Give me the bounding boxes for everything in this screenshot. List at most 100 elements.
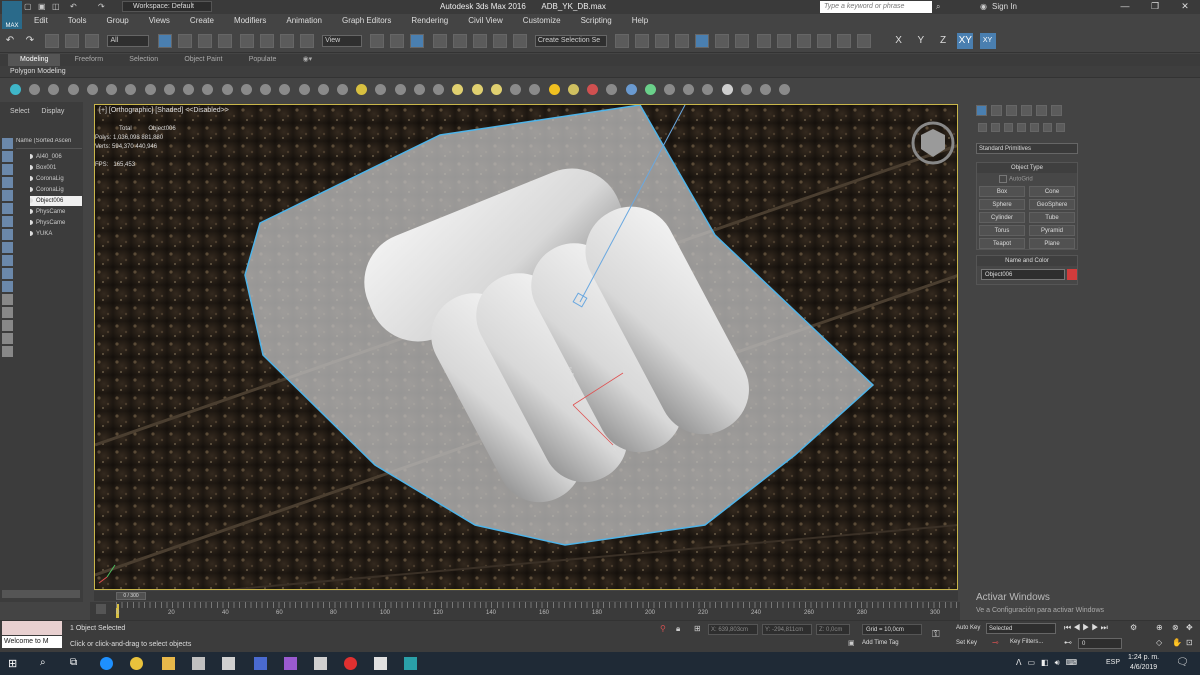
- walkthrough-icon[interactable]: ✋: [1172, 638, 1182, 647]
- filter-frozen-icon[interactable]: [2, 268, 13, 279]
- display-floater-icon[interactable]: [433, 84, 445, 95]
- cameras-icon[interactable]: [1017, 123, 1026, 132]
- sound-icon[interactable]: [394, 84, 406, 95]
- viewport-label[interactable]: [+] [Orthographic] [Shaded] <<Disabled>>: [99, 107, 229, 114]
- close-button[interactable]: ✕: [1170, 1, 1200, 12]
- search-icon[interactable]: ⌕: [936, 2, 940, 12]
- zoom-extents-icon[interactable]: ⊕: [1156, 623, 1163, 632]
- free-light-icon[interactable]: [606, 84, 618, 95]
- axis-x-button[interactable]: X: [891, 33, 907, 49]
- particle-icon[interactable]: [625, 84, 637, 95]
- explorer-item[interactable]: CoronaLig: [30, 185, 82, 195]
- set-keys-icon[interactable]: ⊸: [992, 638, 999, 647]
- menu-edit[interactable]: Edit: [34, 14, 48, 28]
- axis-y-button[interactable]: Y: [913, 33, 929, 49]
- paint-icon[interactable]: [163, 84, 175, 95]
- hierarchy-icon[interactable]: [202, 84, 214, 95]
- maxscript-listener[interactable]: [2, 621, 62, 635]
- display-none-icon[interactable]: [2, 307, 13, 318]
- time-slider[interactable]: 0 / 300: [94, 591, 958, 601]
- render-in-cloud-icon[interactable]: [857, 34, 872, 48]
- chrome-browser-icon[interactable]: [130, 657, 143, 670]
- display-icon[interactable]: [240, 84, 252, 95]
- add-time-tag[interactable]: Add Time Tag: [862, 640, 899, 646]
- teapot-icon[interactable]: [279, 84, 291, 95]
- filter-geometry-icon[interactable]: [2, 138, 13, 149]
- filter-helpers-icon[interactable]: [2, 190, 13, 201]
- key-mode-toggle-icon[interactable]: ⊷: [1064, 638, 1072, 647]
- menu-tools[interactable]: Tools: [68, 14, 87, 28]
- sky-icon[interactable]: [567, 84, 579, 95]
- open-file-icon[interactable]: ▣: [38, 2, 46, 11]
- toggle-ribbon-icon[interactable]: [695, 34, 710, 48]
- invert-display-icon[interactable]: [2, 320, 13, 331]
- sign-in-link[interactable]: Sign In: [992, 2, 1017, 11]
- utility-icon[interactable]: [260, 84, 272, 95]
- visibility-icon[interactable]: [30, 187, 33, 192]
- explorer-column-header[interactable]: Name (Sorted Ascen: [16, 138, 82, 149]
- windows-start-icon[interactable]: ⊞: [8, 657, 21, 670]
- keyboard-shortcut-icon[interactable]: [410, 34, 425, 48]
- stairs-icon[interactable]: [702, 84, 714, 95]
- playback-controls[interactable]: ⏮◀▶▶⏭: [1064, 623, 1110, 633]
- save-file-icon[interactable]: ◫: [52, 2, 60, 11]
- task-view-icon[interactable]: ⧉: [70, 657, 83, 670]
- mini-curve-editor-icon[interactable]: [96, 604, 106, 614]
- wall-icon[interactable]: [683, 84, 695, 95]
- absolute-mode-icon[interactable]: ⊞: [694, 624, 701, 633]
- menu-create[interactable]: Create: [190, 14, 214, 28]
- axis-z-button[interactable]: Z: [935, 33, 951, 49]
- camera-icon[interactable]: [48, 84, 60, 95]
- rotate-icon[interactable]: [259, 34, 274, 48]
- visibility-icon[interactable]: [30, 220, 33, 225]
- rectangular-selection-icon[interactable]: [197, 34, 212, 48]
- display-all-icon[interactable]: [2, 294, 13, 305]
- render-frame-icon[interactable]: [298, 84, 310, 95]
- shape-icon[interactable]: [67, 84, 79, 95]
- lights-icon[interactable]: [1004, 123, 1013, 132]
- redo-icon[interactable]: ↷: [98, 2, 105, 11]
- material-sphere-icon[interactable]: [721, 84, 733, 95]
- app-icon[interactable]: [284, 657, 297, 670]
- pan-icon[interactable]: ✥: [1186, 623, 1193, 632]
- script-icon[interactable]: [740, 84, 752, 95]
- foliage-icon[interactable]: [644, 84, 656, 95]
- menu-customize[interactable]: Customize: [523, 14, 561, 28]
- search-icon[interactable]: ⌕: [40, 657, 53, 670]
- 3dsmax-taskbar-icon[interactable]: [404, 657, 417, 670]
- select-manipulate-icon[interactable]: [390, 34, 405, 48]
- geometry-icon[interactable]: [978, 123, 987, 132]
- window-crossing-icon[interactable]: [217, 34, 232, 48]
- time-tag-icon[interactable]: ▣: [848, 639, 855, 647]
- tab-modeling[interactable]: Modeling: [8, 54, 61, 66]
- maxscript-mini-listener[interactable]: Welcome to M: [2, 636, 62, 648]
- menu-graph-editors[interactable]: Graph Editors: [342, 14, 391, 28]
- explorer-tab-display[interactable]: Display: [41, 108, 64, 115]
- modifier-icon[interactable]: [183, 84, 195, 95]
- autogrid-checkbox[interactable]: AutoGrid: [999, 175, 1033, 183]
- cone-button[interactable]: Cone: [1029, 186, 1075, 197]
- selection-filter-dropdown[interactable]: All: [107, 35, 150, 47]
- polygon-modeling-panel[interactable]: Polygon Modeling: [0, 68, 66, 75]
- select-object-icon[interactable]: [157, 34, 172, 48]
- snap-toggle-icon[interactable]: [432, 34, 447, 48]
- explorer-item[interactable]: CoronaLig: [30, 174, 82, 184]
- time-config-icon[interactable]: ⚙: [1130, 623, 1137, 632]
- app-logo[interactable]: MAX: [2, 1, 22, 29]
- checkbox-icon[interactable]: [999, 175, 1007, 183]
- percent-snap-icon[interactable]: [472, 34, 487, 48]
- visibility-icon[interactable]: [30, 176, 33, 181]
- wind-icon[interactable]: [375, 84, 387, 95]
- unlink-icon[interactable]: [65, 34, 80, 48]
- create-tab-icon[interactable]: [976, 105, 987, 116]
- minimize-button[interactable]: —: [1110, 1, 1140, 11]
- filter-lights-icon[interactable]: [2, 164, 13, 175]
- tube-button[interactable]: Tube: [1029, 212, 1075, 223]
- search-input[interactable]: Type a keyword or phrase: [820, 1, 932, 13]
- axis-xy-alt-button[interactable]: XY: [979, 33, 996, 49]
- target-light-icon[interactable]: [587, 84, 599, 95]
- menu-rendering[interactable]: Rendering: [411, 14, 448, 28]
- shapes-icon[interactable]: [991, 123, 1000, 132]
- auto-key-button[interactable]: Auto Key: [956, 625, 980, 631]
- sphere-primitive-icon[interactable]: [490, 84, 502, 95]
